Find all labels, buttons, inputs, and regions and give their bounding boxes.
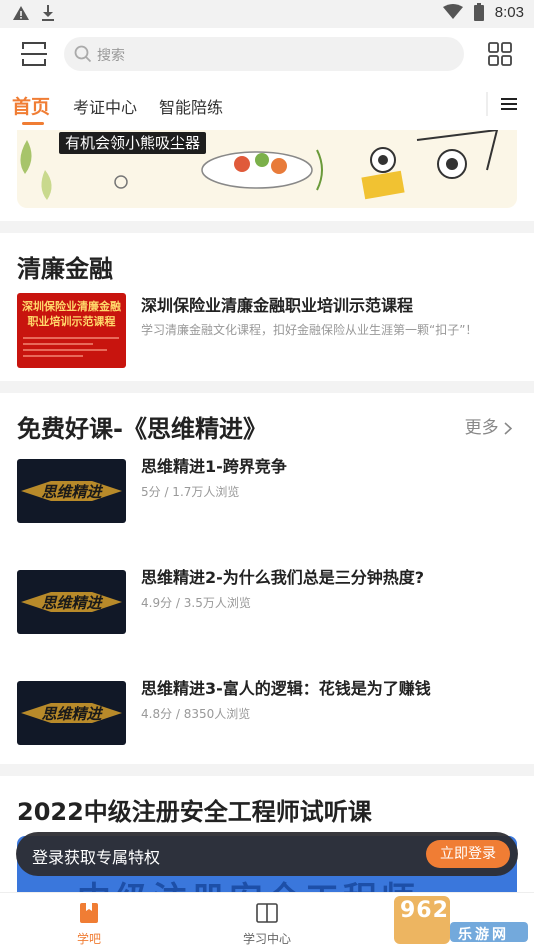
status-bar: 8:03 [0, 0, 534, 28]
site-watermark: 962.NET 乐游网 [394, 896, 528, 944]
course-title[interactable]: 深圳保险业清廉金融职业培训示范课程 [141, 292, 413, 316]
course-thumbnail[interactable]: 思维精进 [17, 459, 126, 523]
tab-smart-training[interactable]: 智能陪练 [159, 94, 223, 118]
course-meta: 5分 / 1.7万人浏览 [141, 485, 240, 499]
apps-grid-icon[interactable] [487, 41, 513, 67]
nav-label: 学习中心 [242, 932, 291, 946]
tab-certification[interactable]: 考证中心 [73, 94, 137, 118]
watermark-text: 962.NET [400, 898, 510, 923]
warning-icon [13, 6, 29, 20]
login-button[interactable]: 立即登录 [426, 840, 510, 868]
login-prompt-text: 登录获取专属特权 [32, 848, 161, 867]
course-thumbnail[interactable]: 思维精进 [17, 570, 126, 634]
course-thumbnail[interactable]: 深圳保险业清廉金融职业培训示范课程 [17, 293, 126, 368]
nav-label: 学吧 [76, 932, 101, 946]
status-time: 8:03 [494, 3, 524, 21]
more-label: 更多 [464, 418, 499, 438]
thumbnail-caption: 思维精进 [41, 594, 102, 612]
tab-divider [486, 92, 488, 116]
scan-icon[interactable] [20, 40, 48, 68]
thumbnail-caption: 思维精进 [41, 483, 102, 501]
watermark-subtext: 乐游网 [458, 927, 509, 943]
top-header: 搜索 [0, 28, 534, 80]
bookmark-icon [80, 903, 98, 923]
tab-active-indicator [22, 122, 44, 125]
section-separator [0, 381, 534, 393]
banner-tag: 有机会领小熊吸尘器 [59, 132, 207, 154]
section-separator [0, 221, 534, 233]
course-meta: 4.8分 / 8350人浏览 [141, 707, 251, 721]
battery-icon [473, 3, 484, 21]
section-title-lianzheng: 清廉金融 [17, 255, 113, 283]
login-prompt-bar: 登录获取专属特权 立即登录 [16, 832, 518, 876]
search-placeholder: 搜索 [97, 48, 125, 64]
search-input[interactable]: 搜索 [64, 37, 464, 71]
tab-home[interactable]: 首页 [12, 92, 50, 119]
course-title[interactable]: 思维精进2-为什么我们总是三分钟热度? [141, 564, 424, 588]
section-title-free: 免费好课-《思维精进》 [17, 415, 267, 443]
course-title[interactable]: 思维精进1-跨界竞争 [141, 453, 287, 477]
category-tabs: 首页 考证中心 智能陪练 [0, 80, 534, 126]
promo-banner[interactable]: 有机会领小熊吸尘器 [17, 130, 517, 208]
search-icon [74, 45, 92, 63]
section-separator [0, 764, 534, 776]
section-title-2022: 2022中级注册安全工程师试听课 [17, 798, 372, 826]
nav-item-study-center[interactable]: 学习中心 [222, 893, 312, 949]
download-icon [42, 5, 54, 21]
wifi-icon [442, 4, 463, 19]
chevron-right-icon [504, 421, 513, 435]
course-title[interactable]: 思维精进3-富人的逻辑：花钱是为了赚钱 [141, 675, 431, 699]
thumbnail-caption: 深圳保险业清廉金融职业培训示范课程 [22, 300, 121, 328]
course-thumbnail[interactable]: 思维精进 [17, 681, 126, 745]
more-link[interactable]: 更多 [464, 413, 513, 438]
thumbnail-caption: 思维精进 [41, 705, 102, 723]
course-subtitle: 学习清廉金融文化课程，扣好金融保险从业生涯第一颗“扣子”！ [141, 323, 478, 337]
course-meta: 4.9分 / 3.5万人浏览 [141, 596, 251, 610]
book-icon [256, 903, 278, 923]
menu-icon[interactable] [501, 98, 517, 112]
nav-item-xueba[interactable]: 学吧 [44, 893, 134, 949]
